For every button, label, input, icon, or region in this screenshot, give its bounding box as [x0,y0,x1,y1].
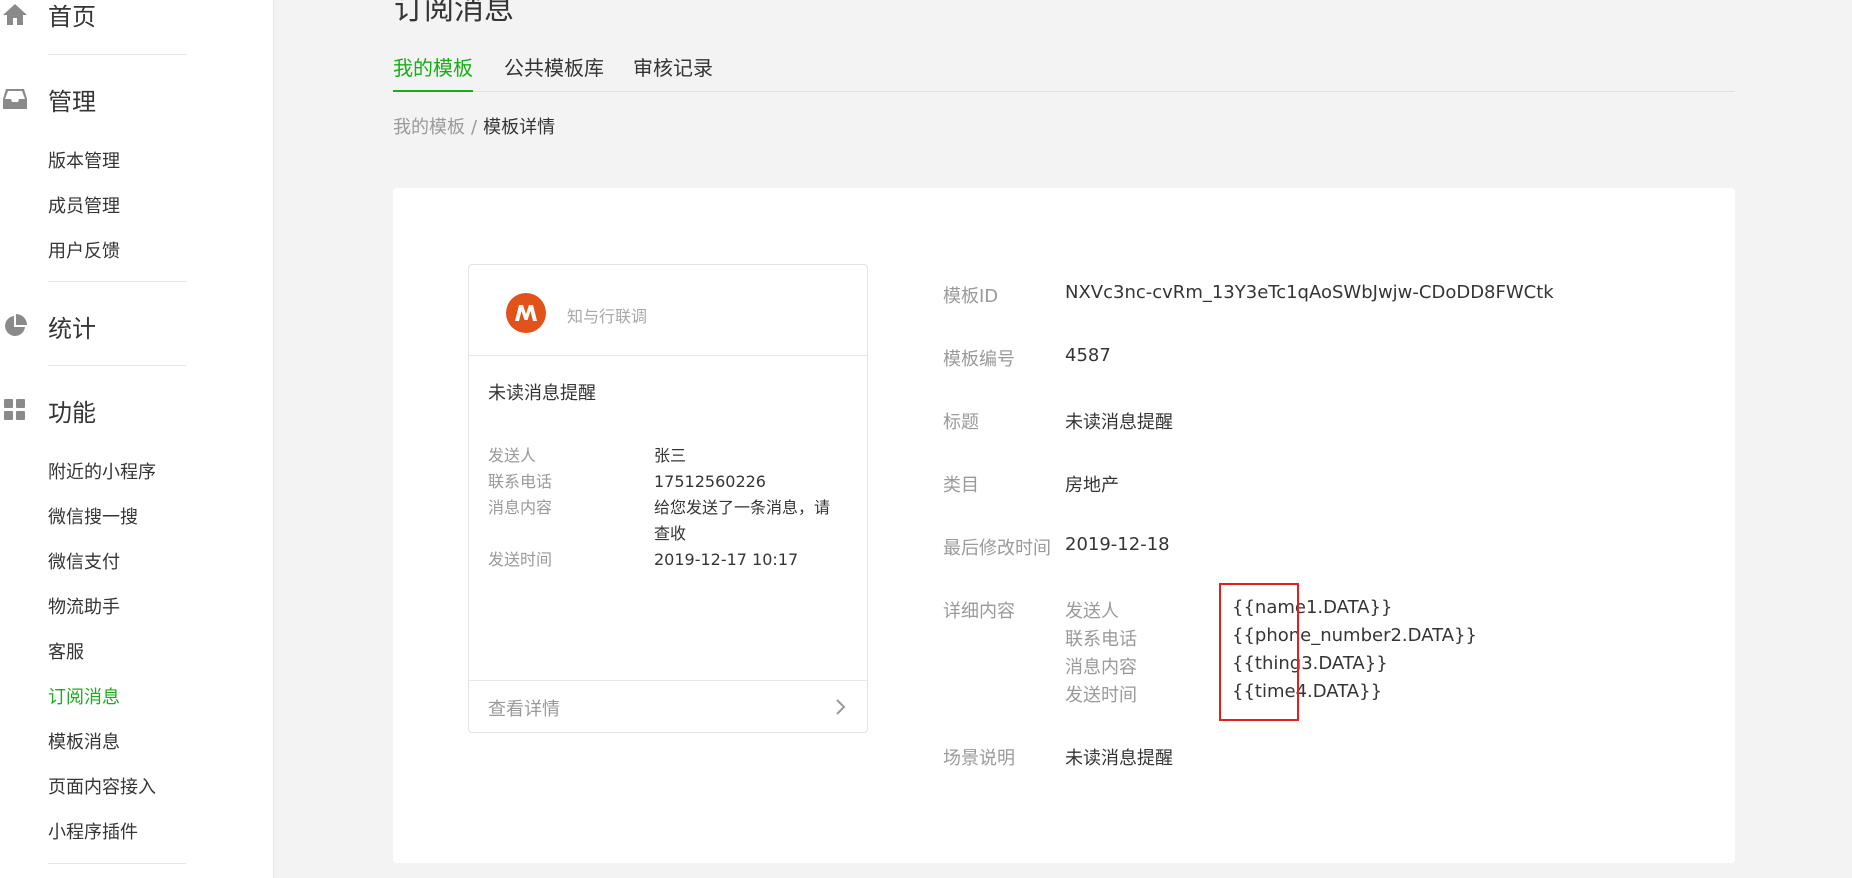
nav-divider [48,863,186,864]
scene-label: 场景说明 [943,748,1015,769]
nav-item-pay[interactable]: 微信支付 [48,546,120,576]
preview-row-label: 发送时间 [488,550,553,569]
app-logo [506,293,546,333]
tab-bar: 我的模板 公共模板库 审核记录 [393,48,1735,92]
template-detail-card: 知与行联调 未读消息提醒 发送人 张三 联系电话 17512560226 消息内… [393,188,1735,863]
field-name: 发送人 [1065,601,1119,622]
breadcrumb: 我的模板 / 模板详情 [393,113,555,139]
chevron-right-icon [836,699,846,715]
template-id-label: 模板ID [943,286,999,307]
template-number-label: 模板编号 [943,349,1015,370]
template-number-value: 4587 [1065,345,1111,366]
tab-review-records[interactable]: 审核记录 [633,52,713,92]
preview-header: 知与行联调 [469,265,867,356]
nav-stats[interactable]: 统计 [0,306,96,346]
nav-item-plugins[interactable]: 小程序插件 [48,816,138,846]
title-value: 未读消息提醒 [1065,412,1173,433]
category-value: 房地产 [1065,475,1119,496]
preview-row-value: 17512560226 [654,472,766,491]
nav-item-feedback[interactable]: 用户反馈 [48,235,120,265]
nav-divider [48,281,186,282]
preview-row-value: 张三 [654,446,687,465]
page-title: 订阅消息 [394,0,514,27]
nav-item-subscribe[interactable]: 订阅消息 [48,681,120,711]
nav-divider [48,365,186,366]
nav-features[interactable]: 功能 [0,390,96,430]
nav-item-search[interactable]: 微信搜一搜 [48,501,138,531]
view-details-label: 查看详情 [488,699,560,720]
nav-item-logistics[interactable]: 物流助手 [48,591,120,621]
tab-my-templates[interactable]: 我的模板 [393,52,473,92]
inbox-icon [2,86,28,112]
field-name: 联系电话 [1065,629,1137,650]
tab-public-library[interactable]: 公共模板库 [504,52,604,92]
app-name: 知与行联调 [567,307,648,326]
modified-time-value: 2019-12-18 [1065,534,1170,555]
preview-row-label: 联系电话 [488,472,553,491]
breadcrumb-parent[interactable]: 我的模板 [393,117,465,138]
nav-features-label: 功能 [48,398,96,427]
nav-item-template[interactable]: 模板消息 [48,726,120,756]
modified-time-label: 最后修改时间 [943,538,1051,559]
main-content: 订阅消息 我的模板 公共模板库 审核记录 我的模板 / 模板详情 知与行联调 未读消… [274,0,1852,878]
home-icon [2,1,28,27]
highlight-annotation-box [1219,583,1299,721]
nav-item-service[interactable]: 客服 [48,636,84,666]
nav-home[interactable]: 首页 [0,0,96,34]
pie-chart-icon [2,313,28,339]
nav-item-nearby[interactable]: 附近的小程序 [48,456,156,486]
breadcrumb-current: 模板详情 [483,117,556,138]
preview-title: 未读消息提醒 [488,383,596,404]
grid-icon [2,397,28,423]
nav-stats-label: 统计 [48,314,96,343]
nav-divider [48,54,186,55]
sidebar: 首页 管理 版本管理 成员管理 用户反馈 统计 功能 附近的小程序 微信搜一搜 … [0,0,274,878]
preview-row-value: 给您发送了一条消息，请查收 [654,498,831,543]
preview-row-value: 2019-12-17 10:17 [654,550,799,569]
category-label: 类目 [943,475,979,496]
message-preview-card: 知与行联调 未读消息提醒 发送人 张三 联系电话 17512560226 消息内… [468,264,868,733]
field-name: 消息内容 [1065,657,1137,678]
detail-content-label: 详细内容 [943,601,1015,622]
field-name: 发送时间 [1065,685,1137,706]
nav-home-label: 首页 [48,2,96,31]
title-label: 标题 [943,412,979,433]
preview-row-label: 发送人 [488,446,537,465]
scene-value: 未读消息提醒 [1065,748,1173,769]
nav-manage-label: 管理 [48,87,96,116]
breadcrumb-separator: / [471,117,478,138]
nav-item-version[interactable]: 版本管理 [48,145,120,175]
nav-item-members[interactable]: 成员管理 [48,190,120,220]
nav-item-page-content[interactable]: 页面内容接入 [48,771,156,801]
template-id-value: NXVc3nc-cvRm_13Y3eTc1qAoSWbJwjw-CDoDD8FW… [1065,282,1554,303]
preview-row-label: 消息内容 [488,498,553,517]
nav-manage[interactable]: 管理 [0,79,96,119]
view-details-link[interactable]: 查看详情 [469,680,867,732]
